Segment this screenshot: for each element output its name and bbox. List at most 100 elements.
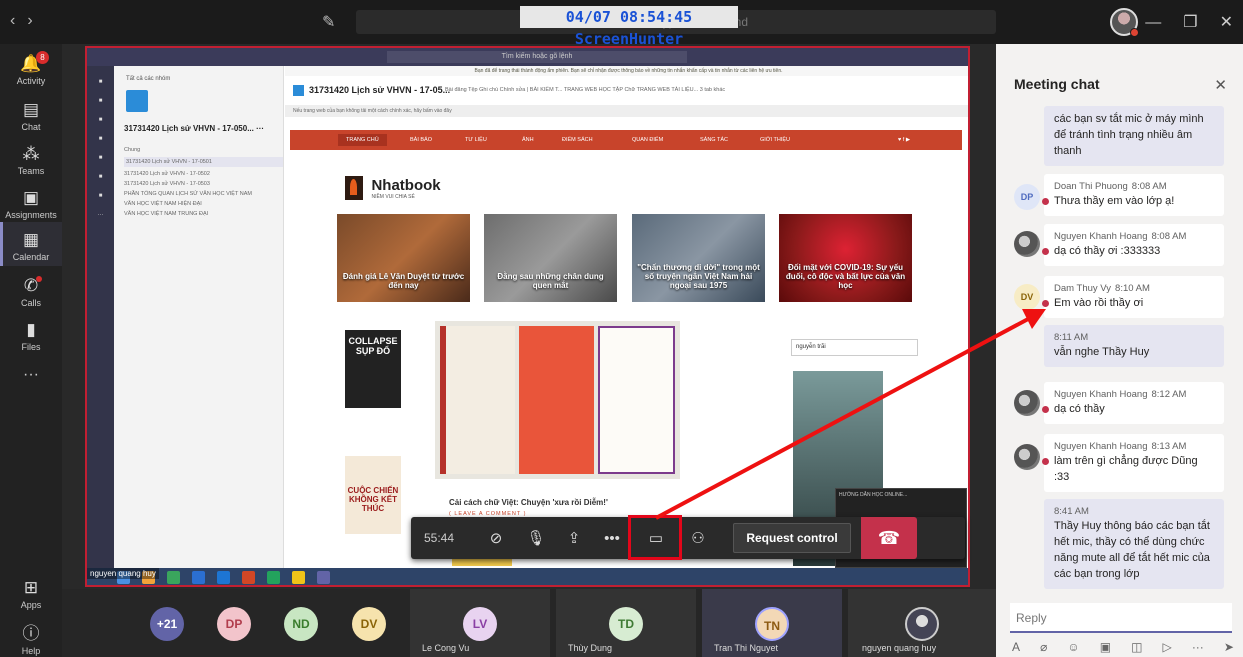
close-chat-icon[interactable]: ✕ xyxy=(1214,76,1227,94)
shared-teams-titlebar: Tìm kiếm hoặc gõ lệnh xyxy=(87,48,968,66)
chat-message: 8:11 AM vẫn nghe Thầy Huy xyxy=(1044,325,1224,367)
message-text: các bạn sv tắt mic ở máy mình để tránh t… xyxy=(1054,113,1204,157)
rail-help[interactable]: ⓘ Help xyxy=(0,619,62,656)
author-name: Dam Thuy Vy xyxy=(1054,283,1112,294)
site-nav-item: SÁNG TÁC xyxy=(700,137,729,143)
shared-screen: Tìm kiếm hoặc gõ lệnh ■ ■ ■ ■ ■ ■ ■ ··· Tất cả … xyxy=(85,46,970,587)
message-meta: Nguyen Khanh Hoang 8:08 AM xyxy=(1054,230,1214,244)
rail-activity[interactable]: 🔔 8 Activity xyxy=(0,51,62,94)
participant-name: Le Cong Vu xyxy=(422,643,470,653)
participant-avatar: DP xyxy=(217,607,251,641)
rail-more[interactable]: ··· xyxy=(0,366,62,390)
participant-name: Tran Thi Nguyet xyxy=(714,643,779,653)
participant-name: nguyen quang huy xyxy=(862,643,937,653)
rail-label: Apps xyxy=(20,600,42,610)
site-search: nguyễn trãi xyxy=(791,339,918,356)
shared-channel: PHẦN TỔNG QUAN LỊCH SỬ VĂN HỌC VIỆT NAM xyxy=(124,191,252,197)
social-icons: ♥ f ▶ xyxy=(898,137,911,143)
rail-label: Chat xyxy=(21,122,41,132)
author-name: Nguyen Khanh Hoang xyxy=(1054,441,1148,452)
rail-label: Help xyxy=(21,646,41,656)
rail-label: Assignments xyxy=(5,210,57,220)
rail-files[interactable]: ▮ Files xyxy=(0,320,62,360)
presenter-name: nguyen quang huy xyxy=(87,568,159,579)
site-nav-item: ẢNH xyxy=(522,137,534,143)
participant-tile[interactable]: +21 xyxy=(150,589,200,657)
camera-off-icon[interactable]: ⊘ xyxy=(481,517,511,559)
post-title: Cải cách chữ Việt: Chuyện 'xưa rồi Diễm!… xyxy=(449,498,779,517)
minimize-icon[interactable]: — xyxy=(1145,14,1161,31)
send-icon[interactable]: ➤ xyxy=(1224,640,1234,654)
forward-arrow-icon[interactable]: › xyxy=(27,12,32,29)
rail-chat[interactable]: ▤ Chat xyxy=(0,100,62,140)
rail-apps[interactable]: ⊞ Apps xyxy=(0,578,62,612)
shared-back-link: Tất cả các nhóm xyxy=(126,76,171,82)
participant-tile[interactable]: DP xyxy=(217,589,267,657)
help-icon: ⓘ xyxy=(22,624,40,643)
author-avatar xyxy=(1014,231,1040,257)
chat-message: Dam Thuy Vy 8:10 AM Em vào rồi thầy ơi xyxy=(1042,276,1224,318)
chat-message: Nguyen Khanh Hoang 8:12 AM dạ có thầy xyxy=(1042,382,1224,424)
share-screen-icon[interactable]: ⇪ xyxy=(559,517,589,559)
attach-icon[interactable]: ⌀ xyxy=(1040,640,1047,654)
shared-app-rail: ■ ■ ■ ■ ■ ■ ■ ··· xyxy=(87,66,114,576)
emoji-icon[interactable]: ☺ xyxy=(1067,640,1079,654)
site-nav-item: QUAN ĐIỂM xyxy=(632,137,664,143)
participant-avatar: DV xyxy=(352,607,386,641)
site-nav-item: ĐIỂM SÁCH xyxy=(562,137,593,143)
mic-off-icon[interactable]: 🎙 xyxy=(521,517,551,559)
hang-up-button[interactable]: ☎ xyxy=(861,517,917,559)
book-cover: CUỘC CHIẾN KHÔNG KẾT THÚC xyxy=(345,456,401,534)
gif-icon[interactable]: ▣ xyxy=(1100,640,1111,654)
new-chat-icon[interactable]: ✎ xyxy=(322,12,335,32)
shared-tab-title: 31731420 Lịch sử VHVN - 17-05... xyxy=(309,85,451,95)
call-timer: 55:44 xyxy=(423,531,455,545)
message-meta: Doan Thi Phuong 8:08 AM xyxy=(1054,180,1214,194)
title-bar: ‹› ✎ Search or type a command 04/07 08:5… xyxy=(0,0,1243,48)
participant-tile[interactable]: LV Le Cong Vu xyxy=(410,589,550,657)
chat-message: 8:41 AM Thầy Huy thông báo các bạn tắt h… xyxy=(1044,499,1224,589)
bell-icon: 🔔 xyxy=(20,54,42,73)
author-avatar: DP xyxy=(1014,184,1040,210)
message-text: vẫn nghe Thầy Huy xyxy=(1054,345,1150,358)
reply-input[interactable]: Reply xyxy=(1010,603,1232,633)
more-actions-icon[interactable]: ••• xyxy=(597,517,627,559)
maximize-icon[interactable]: ❐ xyxy=(1183,14,1197,31)
participant-tile[interactable]: TD Thùy Dung xyxy=(556,589,696,657)
back-arrow-icon[interactable]: ‹ xyxy=(10,12,15,29)
more-icon: ··· xyxy=(23,366,39,383)
participant-tile[interactable]: nguyen quang huy xyxy=(848,589,996,657)
rail-teams[interactable]: ⁂ Teams xyxy=(0,144,62,184)
backpack-icon: ▣ xyxy=(22,188,40,207)
rail-calendar[interactable]: ▦ Calendar xyxy=(0,222,62,266)
more-options-icon[interactable]: ··· xyxy=(1192,640,1204,654)
shared-search: Tìm kiếm hoặc gõ lệnh xyxy=(387,51,687,63)
activity-badge: 8 xyxy=(36,51,49,64)
chat-message: Nguyen Khanh Hoang 8:08 AM dạ có thầy ơi … xyxy=(1042,224,1224,266)
file-icon: ▮ xyxy=(26,320,36,339)
author-avatar: DV xyxy=(1014,284,1040,310)
shared-tab-row: 31731420 Lịch sử VHVN - 17-05... Bài đăn… xyxy=(285,76,968,106)
sticker-icon[interactable]: ◫ xyxy=(1131,640,1142,654)
shared-web-notice: Nếu trang web của bạn không tải một cách… xyxy=(285,106,968,117)
message-meta: Nguyen Khanh Hoang 8:13 AM xyxy=(1054,440,1214,454)
author-name: Nguyen Khanh Hoang xyxy=(1054,389,1148,400)
rail-calls[interactable]: ✆ Calls xyxy=(0,276,62,316)
teams-icon: ⁂ xyxy=(22,144,40,163)
participant-tile[interactable]: TN Tran Thi Nguyet xyxy=(702,589,842,657)
close-window-icon[interactable]: ✕ xyxy=(1220,14,1233,31)
message-text: làm trên gì chẳng được Dũng :33 xyxy=(1042,454,1214,486)
praise-icon[interactable]: ▷ xyxy=(1163,640,1172,654)
format-icon[interactable]: A xyxy=(1012,640,1020,654)
participants-icon[interactable]: ⚇ xyxy=(683,517,713,559)
participant-overflow: +21 xyxy=(150,607,184,641)
site-nav: TRANG CHỦ BÀI BÁO TƯ LIỆU ẢNH ĐIỂM SÁCH … xyxy=(290,130,962,150)
request-control-button[interactable]: Request control xyxy=(733,523,851,553)
participant-avatar: TD xyxy=(609,607,643,641)
chat-button-highlight xyxy=(628,515,682,560)
site-tagline: NIỀM VUI CHIA SẺ xyxy=(371,193,415,200)
participant-tile[interactable]: DV xyxy=(352,589,402,657)
participant-tile[interactable]: ND xyxy=(284,589,334,657)
chat-message: các bạn sv tắt mic ở máy mình để tránh t… xyxy=(1044,106,1224,166)
message-text: Thưa thầy em vào lớp ạ! xyxy=(1042,194,1214,210)
